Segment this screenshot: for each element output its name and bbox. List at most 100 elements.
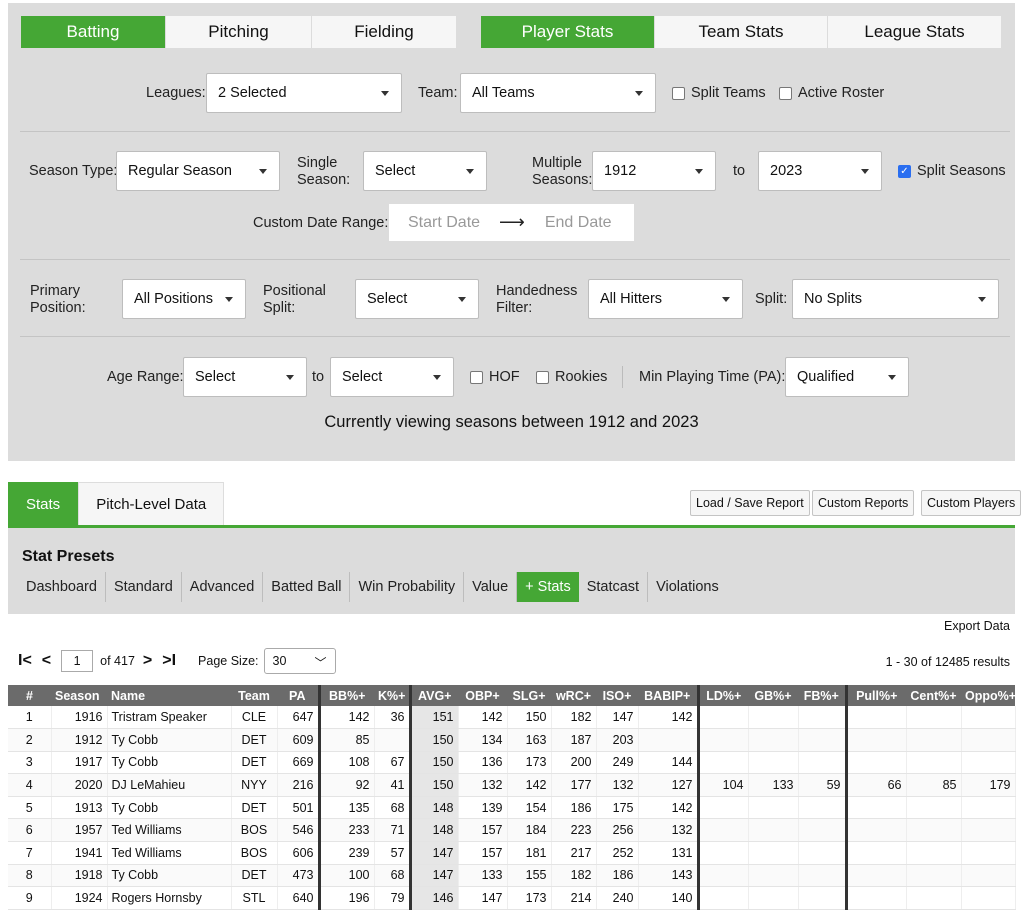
custom-reports-button[interactable]: Custom Reports [812,490,915,516]
rookies-checkbox[interactable]: Rookies [536,369,607,385]
tab-team-stats[interactable]: Team Stats [655,16,828,48]
preset-plus-stats[interactable]: + Stats [517,572,579,602]
stat-presets-list: Dashboard Standard Advanced Batted Ball … [18,572,727,602]
tab-fielding[interactable]: Fielding [312,16,456,48]
column-header[interactable]: Oppo%+ [961,685,1016,706]
table-cell: 133 [748,773,799,797]
split-seasons-checkbox[interactable]: ✓ Split Seasons [898,163,1006,179]
table-cell [638,728,699,752]
table-row[interactable]: 6 1957 Ted Williams BOS 546 233 71 148 157 184 223… [8,818,1016,843]
caret-down-icon [381,91,389,96]
column-header[interactable]: PA [277,685,319,706]
column-header[interactable]: AVG+ [408,685,458,706]
table-cell[interactable]: Rogers Hornsby [107,886,232,910]
handedness-select[interactable]: All Hitters [588,279,743,319]
season-to-select[interactable]: 2023 [758,151,882,191]
tab-pitching[interactable]: Pitching [166,16,312,48]
team-select[interactable]: All Teams [460,73,656,113]
load-save-report-button[interactable]: Load / Save Report [690,490,810,516]
custom-players-button[interactable]: Custom Players [921,490,1022,516]
table-cell [961,818,1016,843]
leagues-select[interactable]: 2 Selected [206,73,402,113]
table-row[interactable]: 8 1918 Ty Cobb DET 473 100 68 147 133 155 182 186 14… [8,864,1016,888]
column-header[interactable]: wRC+ [551,685,596,706]
stat-type-tabs: Batting Pitching Fielding [21,16,456,48]
column-header[interactable]: Season [51,685,107,706]
table-cell: 132 [596,773,639,797]
table-row[interactable]: 4 2020 DJ LeMahieu NYY 216 92 41 150 132 142 177 13… [8,773,1016,797]
preset-win-probability[interactable]: Win Probability [350,572,465,602]
table-row[interactable]: 2 1912 Ty Cobb DET 609 85 150 134 163 187 203 [8,728,1016,752]
column-header[interactable]: OBP+ [458,685,507,706]
tab-league-stats[interactable]: League Stats [828,16,1001,48]
table-cell[interactable]: Ty Cobb [107,864,232,888]
preset-statcast[interactable]: Statcast [579,572,649,602]
split-select[interactable]: No Splits [792,279,999,319]
column-header[interactable]: BABIP+ [638,685,698,706]
column-header[interactable]: LD%+ [696,685,748,706]
column-header[interactable]: GB%+ [748,685,798,706]
hof-checkbox[interactable]: HOF [470,369,520,385]
last-page-icon[interactable]: >I [162,652,176,670]
end-date-input[interactable]: End Date [545,214,612,232]
table-row[interactable]: 5 1913 Ty Cobb DET 501 135 68 148 139 154 186 175 14… [8,796,1016,820]
tab-stats[interactable]: Stats [8,482,79,526]
start-date-input[interactable]: Start Date [408,214,480,232]
column-header[interactable]: Name [107,685,231,706]
table-cell[interactable]: DJ LeMahieu [107,773,232,797]
age-to-select[interactable]: Select [330,357,454,397]
table-cell [798,864,847,888]
column-header[interactable]: BB%+ [317,685,374,706]
table-row[interactable]: 1 1916 Tristram Speaker CLE 647 142 36 151 142 15… [8,706,1016,730]
column-header[interactable]: ISO+ [596,685,638,706]
table-cell [748,706,799,730]
primary-position-label-line1: Primary [30,283,80,299]
column-header[interactable]: SLG+ [507,685,551,706]
table-cell: 142 [638,796,699,820]
primary-position-label-line2: Position: [30,300,86,316]
age-from-select[interactable]: Select [183,357,307,397]
tab-pitch-level-data[interactable]: Pitch-Level Data [78,482,225,526]
column-header[interactable]: Team [231,685,277,706]
page-number-input[interactable]: 1 [61,650,94,672]
first-page-icon[interactable]: I< [18,652,32,670]
next-page-icon[interactable]: > [143,652,152,670]
prev-page-icon[interactable]: < [42,652,51,670]
active-roster-checkbox[interactable]: Active Roster [779,85,884,101]
preset-value[interactable]: Value [464,572,518,602]
preset-batted-ball[interactable]: Batted Ball [263,572,351,602]
preset-violations[interactable]: Violations [648,572,727,602]
season-type-select[interactable]: Regular Season [116,151,280,191]
preset-dashboard[interactable]: Dashboard [18,572,106,602]
single-season-select[interactable]: Select [363,151,487,191]
season-from-select[interactable]: 1912 [592,151,716,191]
table-row[interactable]: 3 1917 Ty Cobb DET 669 108 67 150 136 173 200 249 14… [8,751,1016,775]
preset-advanced[interactable]: Advanced [182,572,264,602]
table-cell[interactable]: Ty Cobb [107,728,232,752]
tab-batting[interactable]: Batting [21,16,166,48]
table-cell [696,751,749,775]
split-teams-checkbox[interactable]: Split Teams [672,85,766,101]
tab-player-stats[interactable]: Player Stats [481,16,655,48]
table-cell[interactable]: Ty Cobb [107,796,232,820]
column-header[interactable]: FB%+ [798,685,846,706]
table-cell[interactable]: Tristram Speaker [107,706,232,730]
table-row[interactable]: 9 1924 Rogers Hornsby STL 640 196 79 146 147 173 2… [8,886,1016,910]
table-cell: 131 [638,841,699,865]
table-row[interactable]: 7 1941 Ted Williams BOS 606 239 57 147 157 181 217… [8,841,1016,865]
column-header[interactable]: Pull%+ [844,685,906,706]
table-cell [906,728,962,752]
page-size-select[interactable]: 30 ﹀ [263,648,336,674]
table-cell[interactable]: Ted Williams [107,841,232,865]
positional-split-select[interactable]: Select [355,279,479,319]
table-cell [844,728,907,752]
min-playing-time-select[interactable]: Qualified [785,357,909,397]
table-cell[interactable]: Ted Williams [107,818,232,843]
primary-position-select[interactable]: All Positions [122,279,246,319]
table-cell[interactable]: Ty Cobb [107,751,232,775]
column-header[interactable]: K%+ [374,685,410,706]
preset-standard[interactable]: Standard [106,572,182,602]
column-header[interactable]: # [8,685,51,706]
export-data-link[interactable]: Export Data [944,619,1010,633]
column-header[interactable]: Cent%+ [906,685,961,706]
